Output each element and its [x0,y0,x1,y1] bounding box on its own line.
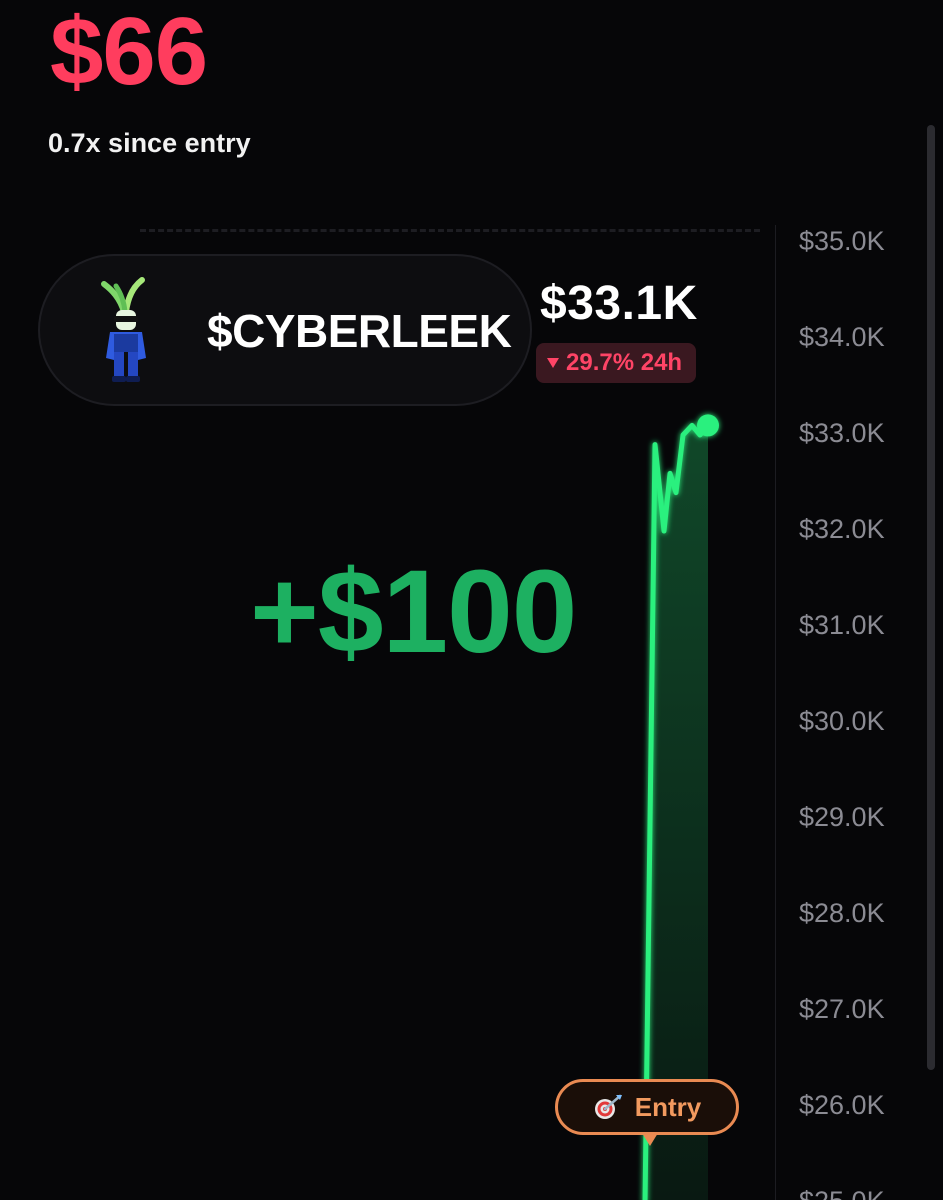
change-24h-badge: 29.7% 24h [536,343,697,383]
down-triangle-icon [547,358,559,368]
token-pill[interactable]: $CYBERLEEK [38,254,532,406]
target-icon [594,1094,622,1119]
trade-screen: $66 0.7x since entry $35.0K $34.0K $33.0K $… [0,0,943,1200]
change-24h-text: 29.7% 24h [566,349,683,376]
pnl-overlay: +$100 [250,546,577,678]
current-price-point [697,414,719,437]
entry-marker[interactable]: Entry [555,1079,739,1135]
market-cap-value: $33.1K [540,277,698,330]
token-avatar-icon [101,277,146,382]
token-name: $CYBERLEEK [207,305,512,357]
entry-label: Entry [634,1091,702,1122]
